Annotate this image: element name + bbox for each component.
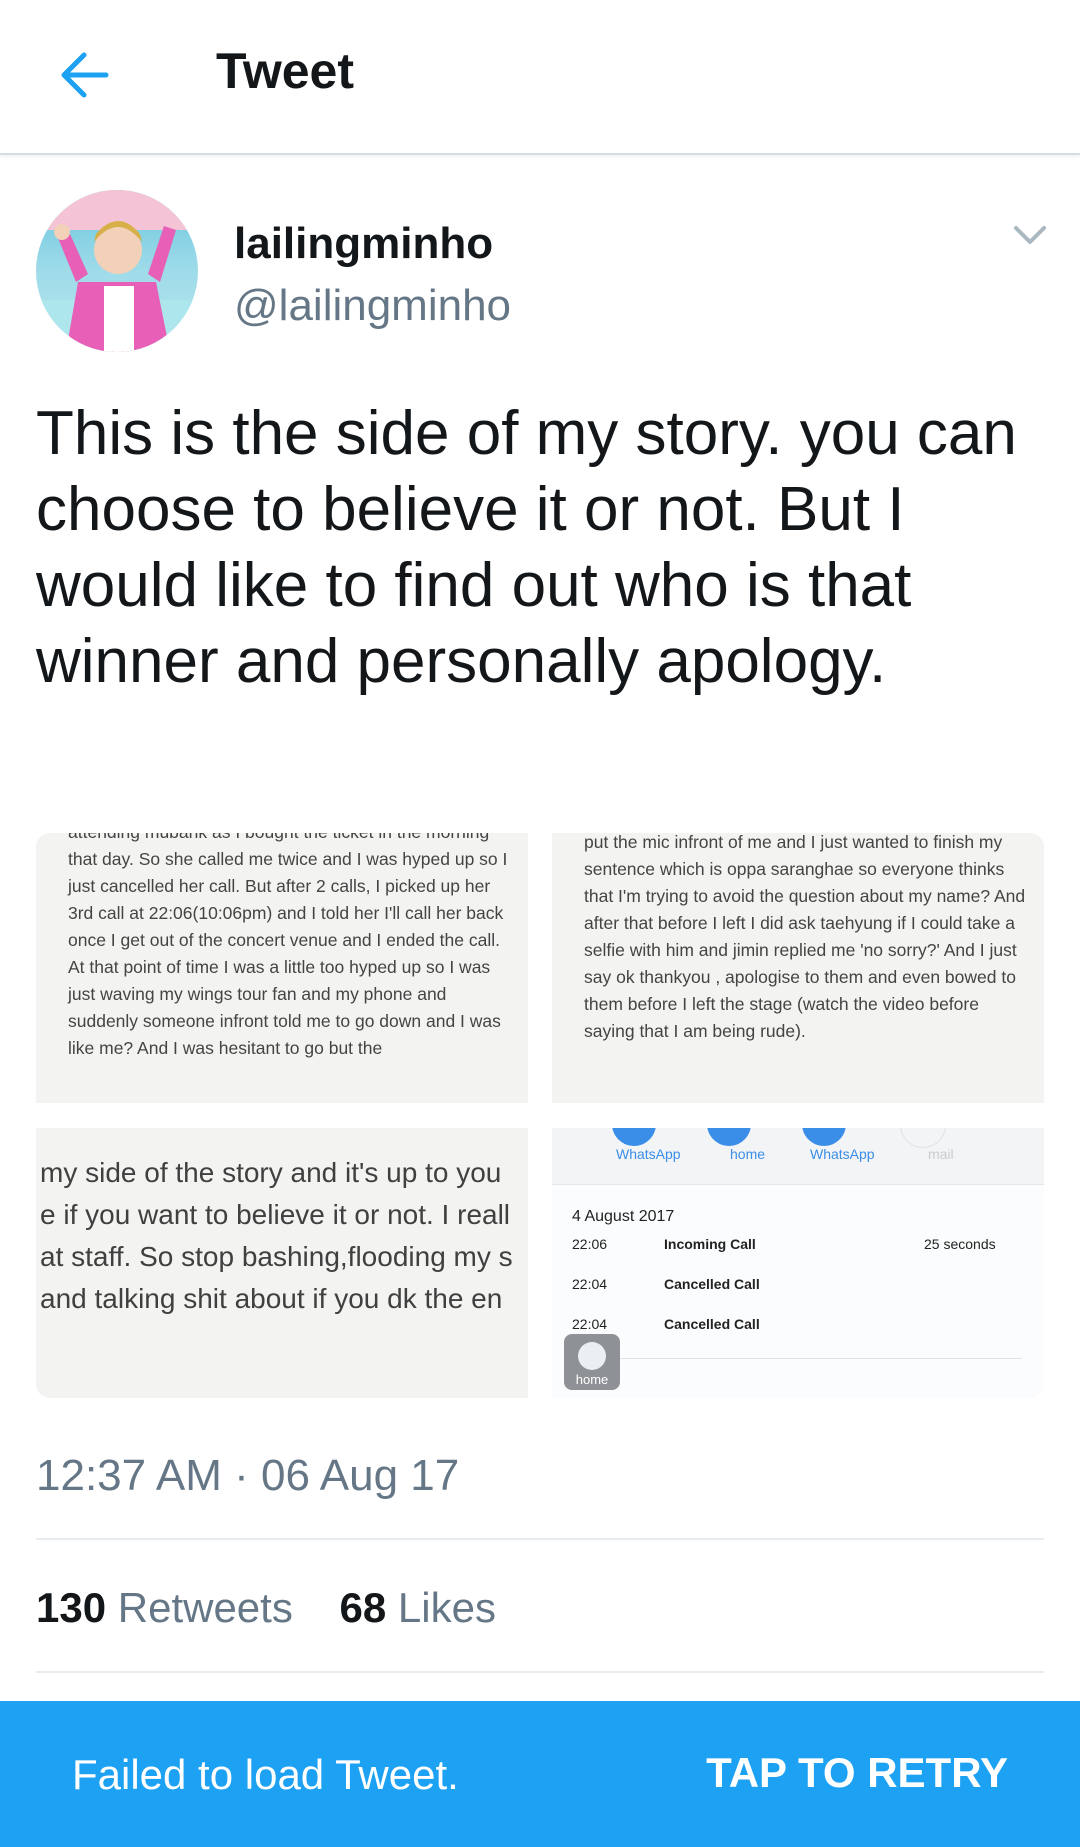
call-kind: Cancelled Call [664, 1316, 760, 1332]
avatar[interactable] [36, 190, 198, 352]
divider [36, 1671, 1044, 1673]
media-image-3[interactable]: my side of the story and it's up to you … [36, 1128, 528, 1398]
retweets-count: 130 [36, 1584, 107, 1631]
likes-stat[interactable]: 68 Likes [340, 1584, 496, 1631]
share-label: WhatsApp [616, 1146, 681, 1162]
error-message: Failed to load Tweet. [72, 1751, 459, 1798]
home-icon [707, 1128, 751, 1146]
media-3-text: my side of the story and it's up to you … [40, 1152, 528, 1320]
author-name[interactable]: lailingminho [234, 216, 493, 272]
call-kind: Incoming Call [664, 1236, 756, 1252]
share-label: mail [928, 1146, 954, 1162]
whatsapp-icon [612, 1128, 656, 1146]
home-label: home [575, 1372, 609, 1387]
mail-icon [900, 1128, 946, 1148]
media-3-line: at staff. So stop bashing,flooding my s [40, 1241, 513, 1272]
page-title: Tweet [216, 43, 354, 99]
author-handle[interactable]: @lailingminho [234, 278, 511, 334]
divider [36, 1538, 1044, 1540]
assistive-home-button: home [564, 1334, 620, 1390]
likes-count: 68 [339, 1584, 387, 1631]
avatar-image [36, 190, 198, 352]
share-sheet-row: WhatsApp home WhatsApp mail [552, 1128, 1044, 1185]
media-image-4[interactable]: WhatsApp home WhatsApp mail 4 August 201… [552, 1128, 1044, 1398]
retry-button[interactable]: TAP TO RETRY [706, 1747, 1008, 1799]
media-image-1[interactable]: attending mubank as I bought the ticket … [36, 833, 528, 1103]
chevron-down-icon[interactable] [1010, 220, 1050, 252]
retweets-label: Retweets [117, 1584, 293, 1631]
media-1-text: attending mubank as I bought the ticket … [68, 833, 508, 1058]
tweet-text: This is the side of my story. you can ch… [36, 399, 1017, 696]
likes-label: Likes [397, 1584, 496, 1631]
arrow-left-icon[interactable] [50, 40, 120, 110]
call-log-date: 4 August 2017 [572, 1208, 675, 1225]
call-time: 22:04 [572, 1316, 608, 1332]
call-kind: Cancelled Call [664, 1276, 760, 1292]
share-label: home [730, 1146, 766, 1162]
tweet-stats: 130 Retweets 68 Likes [36, 1580, 496, 1636]
media-image-2[interactable]: put the mic infront of me and I just wan… [552, 833, 1044, 1103]
error-banner: Failed to load Tweet. TAP TO RETRY [0, 1701, 1080, 1847]
call-duration: 25 seconds [924, 1236, 996, 1252]
media-3-line: my side of the story and it's up to you [40, 1157, 502, 1188]
share-label: WhatsApp [810, 1146, 875, 1162]
media-2-text: put the mic infront of me and I just wan… [584, 833, 1026, 1041]
media-3-line: and talking shit about if you dk the en [40, 1283, 503, 1314]
retweets-stat[interactable]: 130 Retweets [36, 1584, 293, 1631]
divider [572, 1358, 1022, 1359]
call-time: 22:04 [572, 1276, 608, 1292]
media-3-line: e if you want to believe it or not. I re… [40, 1199, 511, 1230]
whatsapp-icon [802, 1128, 846, 1146]
call-time: 22:06 [572, 1236, 608, 1252]
smiley-icon [578, 1342, 606, 1370]
top-app-bar: Tweet [0, 0, 1080, 155]
tweet-timestamp: 12:37 AM · 06 Aug 17 [36, 1451, 460, 1500]
